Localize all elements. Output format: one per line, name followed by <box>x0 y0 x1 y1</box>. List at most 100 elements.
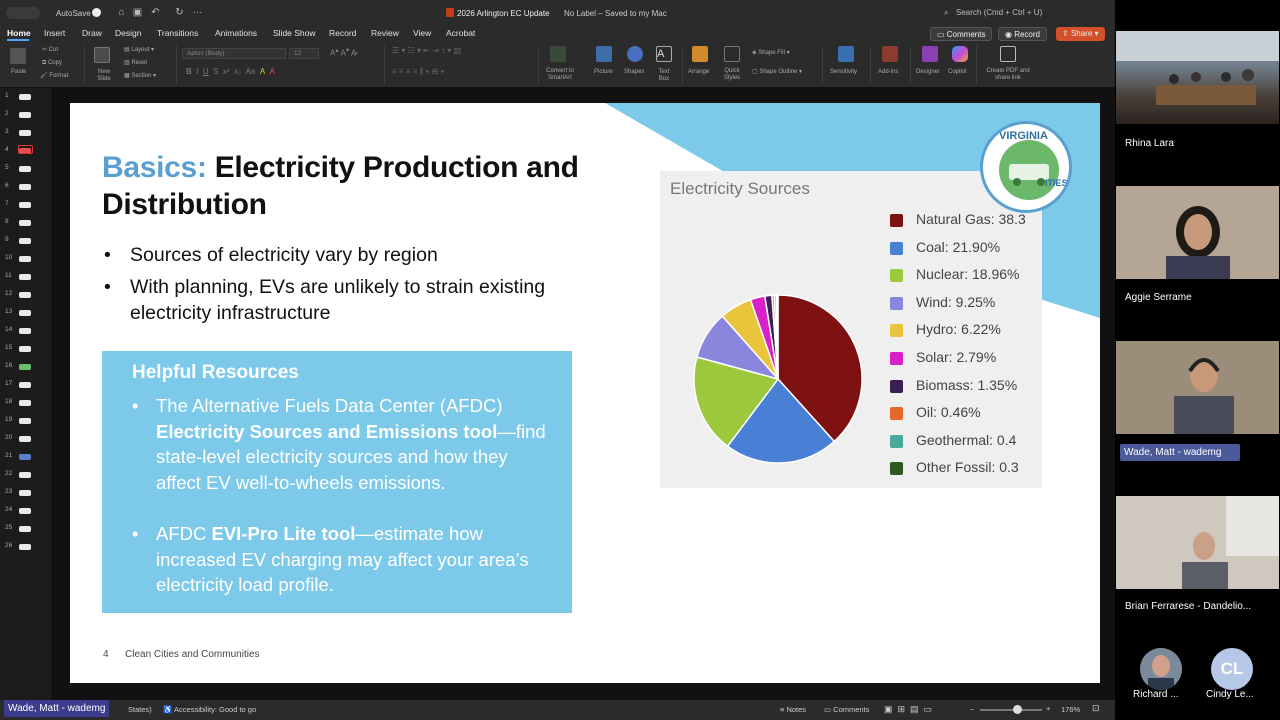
slide-thumbnail[interactable]: 6 <box>0 181 50 193</box>
slide-thumbnail[interactable]: 15 <box>0 343 50 355</box>
accessibility-status[interactable]: ♿ Accessibility: Good to go <box>163 705 256 714</box>
legend-entry[interactable]: Natural Gas: 38.3 <box>890 211 1042 229</box>
language-status[interactable]: States) <box>128 705 152 714</box>
label-status[interactable]: No Label – Saved to my Mac <box>564 9 667 18</box>
helpful-resources-box[interactable]: Helpful Resources The Alternative Fuels … <box>102 351 572 613</box>
font-size-box[interactable]: 12 <box>289 48 319 59</box>
slide-thumbnail[interactable]: 10 <box>0 253 50 265</box>
slide-thumbnail[interactable]: 23 <box>0 487 50 499</box>
tab-insert[interactable]: Insert <box>44 28 65 38</box>
pdf-icon[interactable] <box>1000 46 1016 62</box>
slide-thumbnail[interactable]: 20 <box>0 433 50 445</box>
share-button[interactable]: ⇪ Share ▾ <box>1056 27 1105 41</box>
text-box-button[interactable]: Text Box <box>654 69 674 83</box>
paste-icon[interactable] <box>10 48 26 64</box>
create-pdf-button[interactable]: Create PDF and share link <box>984 68 1032 82</box>
paste-button[interactable]: Paste <box>11 69 26 76</box>
tab-slide-show[interactable]: Slide Show <box>273 28 316 38</box>
tab-design[interactable]: Design <box>115 28 141 38</box>
convert-smartart-button[interactable]: Convert to SmartArt <box>540 68 580 82</box>
comments-button[interactable]: ▭ Comments <box>930 27 993 41</box>
slide-title[interactable]: Basics: Electricity Production and Distr… <box>102 149 662 223</box>
status-comments-button[interactable]: ▭ Comments <box>824 705 869 714</box>
legend-entry[interactable]: Coal: 21.90% <box>890 239 1042 257</box>
slide-thumbnail[interactable]: 11 <box>0 271 50 283</box>
sensitivity-icon[interactable] <box>838 46 854 62</box>
arrange-button[interactable]: Arrange <box>688 69 709 76</box>
designer-icon[interactable] <box>922 46 938 62</box>
participant-video[interactable] <box>1116 31 1279 124</box>
slide-thumbnail[interactable]: 2 <box>0 109 50 121</box>
slide-thumbnail[interactable]: 26 <box>0 541 50 553</box>
slide-thumbnail[interactable]: 5 <box>0 163 50 175</box>
zoom-out-button[interactable]: – <box>970 704 974 713</box>
home-icon[interactable]: ⌂ <box>116 7 127 18</box>
more-icon[interactable]: ··· <box>192 7 203 18</box>
slide-thumbnail[interactable]: 18 <box>0 397 50 409</box>
slide-thumbnail[interactable]: 7 <box>0 199 50 211</box>
font-name-box[interactable]: Aptos (Body) <box>182 48 286 59</box>
picture-icon[interactable] <box>596 46 612 62</box>
font-size-arrows[interactable]: A▴ A▾ A̷ <box>330 47 356 57</box>
slide-thumbnail[interactable]: 25 <box>0 523 50 535</box>
tab-draw[interactable]: Draw <box>82 28 102 38</box>
slide-thumbnail[interactable]: 3 <box>0 127 50 139</box>
shape-fill-button[interactable]: ◈ Shape Fill ▾ <box>752 50 790 57</box>
avatar[interactable] <box>1140 648 1182 690</box>
notes-button[interactable]: ≡ Notes <box>780 705 806 714</box>
participant-video[interactable] <box>1116 496 1279 589</box>
legend-entry[interactable]: Wind: 9.25% <box>890 294 1042 312</box>
tab-review[interactable]: Review <box>371 28 399 38</box>
electricity-sources-chart[interactable]: Electricity Sources Natural Gas: 38.3 Coa… <box>660 171 1042 488</box>
text-box-icon[interactable]: A <box>656 46 672 62</box>
legend-entry[interactable]: Hydro: 6.22% <box>890 321 1042 339</box>
slide-thumbnail[interactable]: 14 <box>0 325 50 337</box>
autosave-toggle[interactable] <box>92 8 101 17</box>
shapes-icon[interactable] <box>627 46 643 62</box>
tab-transitions[interactable]: Transitions <box>157 28 198 38</box>
slide-thumbnail[interactable]: 13 <box>0 307 50 319</box>
resource-link[interactable]: EVI-Pro Lite tool <box>212 523 356 544</box>
legend-entry[interactable]: Oil: 0.46% <box>890 404 1042 422</box>
list-buttons[interactable]: ☰ ▾ ☷ ▾ ⇤ ⇥ ↕ ▾ ▥ <box>392 47 461 55</box>
format-painter-button[interactable]: 🖌 Format <box>40 73 68 80</box>
tab-animations[interactable]: Animations <box>215 28 257 38</box>
arrange-icon[interactable] <box>692 46 708 62</box>
slide-thumbnail[interactable]: 8 <box>0 217 50 229</box>
slide-thumbnail[interactable]: 17 <box>0 379 50 391</box>
slide-thumbnail[interactable]: 21 <box>0 451 50 463</box>
tab-home[interactable]: Home <box>7 28 31 38</box>
view-buttons[interactable]: ▣ ⊞ ▤ ▭ <box>884 704 932 715</box>
legend-entry[interactable]: Nuclear: 18.96% <box>890 266 1042 284</box>
zoom-slider[interactable] <box>980 709 1042 711</box>
slide-thumbnail[interactable]: 12 <box>0 289 50 301</box>
font-style-buttons[interactable]: B I U S x² x₂ Aa A A <box>186 68 275 76</box>
slide-thumbnail[interactable]: 1 <box>0 91 50 103</box>
layout-button[interactable]: ▤ Layout ▾ <box>124 47 154 54</box>
quick-styles-button[interactable]: Quick Styles <box>721 68 743 82</box>
search-box[interactable]: ⌕ Search (Cmd + Ctrl + U) <box>940 5 1110 21</box>
slide[interactable]: Basics: Electricity Production and Distr… <box>70 103 1100 683</box>
zoom-level[interactable]: 176% <box>1061 705 1080 714</box>
resource-link[interactable]: Electricity Sources and Emissions tool <box>156 421 497 442</box>
legend-entry[interactable]: Biomass: 1.35% <box>890 377 1042 395</box>
shape-outline-button[interactable]: ▢ Shape Outline ▾ <box>752 69 802 76</box>
slide-thumbnail[interactable]: 22 <box>0 469 50 481</box>
section-button[interactable]: ▦ Section ▾ <box>124 73 156 80</box>
reset-button[interactable]: ▥ Reset <box>124 60 147 67</box>
zoom-in-button[interactable]: + <box>1046 704 1050 713</box>
sensitivity-button[interactable]: Sensitivity <box>830 69 857 76</box>
add-ins-icon[interactable] <box>882 46 898 62</box>
slide-thumbnail[interactable]: 24 <box>0 505 50 517</box>
slide-thumbnail[interactable]: 9 <box>0 235 50 247</box>
smartart-icon[interactable] <box>550 46 566 62</box>
participant-video[interactable] <box>1116 186 1279 279</box>
add-ins-button[interactable]: Add-ins <box>878 69 898 76</box>
save-icon[interactable]: ▣ <box>132 7 143 18</box>
designer-button[interactable]: Designer <box>916 69 940 76</box>
record-button[interactable]: ◉ Record <box>998 27 1047 41</box>
shapes-button[interactable]: Shapes <box>624 69 644 76</box>
legend-entry[interactable]: Geothermal: 0.4 <box>890 432 1042 450</box>
new-slide-icon[interactable] <box>94 47 110 63</box>
zoom-slider-thumb[interactable] <box>1013 705 1022 714</box>
